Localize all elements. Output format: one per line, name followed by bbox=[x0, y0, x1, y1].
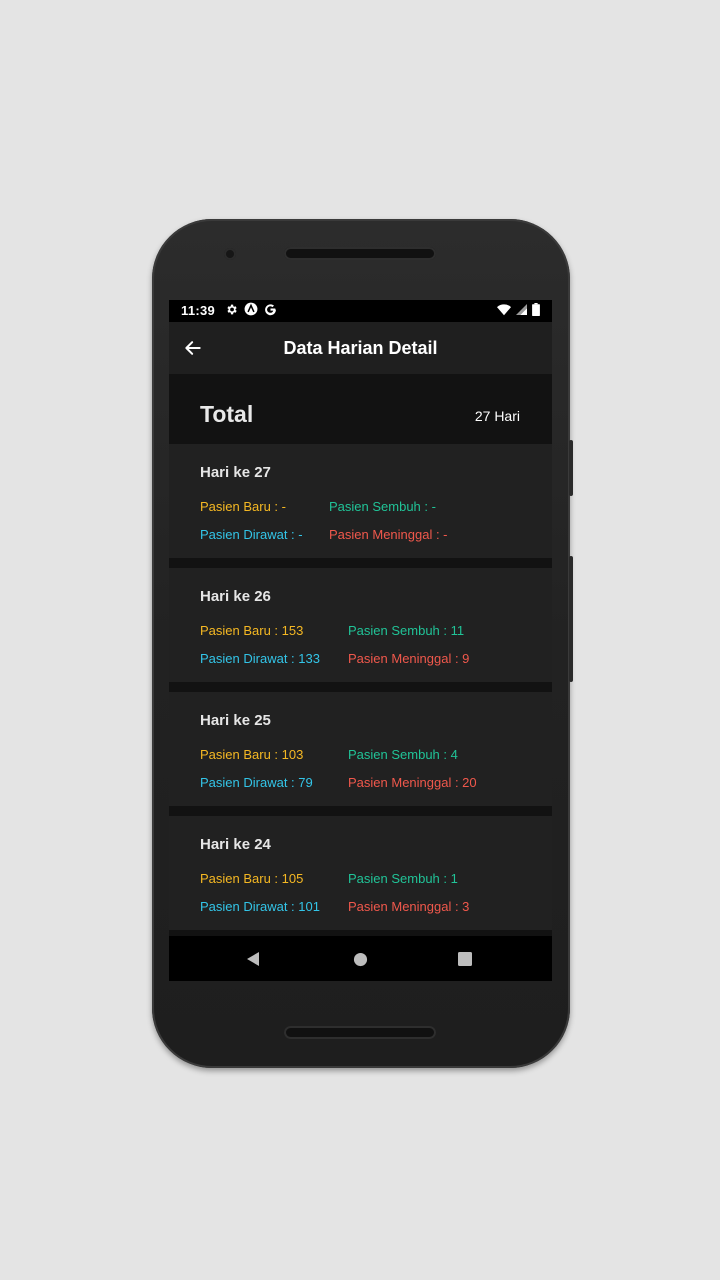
day-card[interactable]: Hari ke 27 Pasien Baru : - Pasien Sembuh… bbox=[169, 444, 552, 558]
stat-pasien-baru: Pasien Baru : 103 bbox=[200, 747, 304, 762]
stat-pasien-dirawat: Pasien Dirawat : 79 bbox=[200, 775, 313, 790]
page-title: Data Harian Detail bbox=[283, 338, 438, 358]
stat-pasien-dirawat: Pasien Dirawat : 101 bbox=[200, 899, 320, 914]
stat-pasien-baru: Pasien Baru : 105 bbox=[200, 871, 304, 886]
stat-pasien-meninggal: Pasien Meninggal : - bbox=[329, 527, 448, 542]
google-icon bbox=[265, 303, 276, 315]
system-nav-bar bbox=[169, 936, 552, 981]
stat-pasien-sembuh: Pasien Sembuh : 11 bbox=[348, 623, 465, 638]
battery-icon bbox=[532, 303, 540, 316]
nav-home-button[interactable] bbox=[349, 948, 371, 970]
screen: 11:39 Data Harian Detail Total 27 Hari H… bbox=[169, 300, 552, 981]
settings-icon bbox=[227, 304, 237, 314]
day-card[interactable]: Hari ke 25 Pasien Baru : 103 Pasien Semb… bbox=[169, 692, 552, 806]
day-title: Hari ke 25 bbox=[200, 712, 271, 729]
bottom-speaker bbox=[284, 1026, 436, 1039]
power-button bbox=[569, 556, 573, 682]
day-title: Hari ke 26 bbox=[200, 588, 271, 605]
day-title: Hari ke 24 bbox=[200, 836, 271, 853]
nav-back-button[interactable] bbox=[242, 948, 264, 970]
status-bar: 11:39 bbox=[169, 300, 552, 322]
status-notification-icons bbox=[225, 302, 277, 316]
stat-pasien-meninggal: Pasien Meninggal : 3 bbox=[348, 899, 470, 914]
circle-home-icon bbox=[353, 952, 367, 966]
stat-pasien-dirawat: Pasien Dirawat : 133 bbox=[200, 651, 320, 666]
stat-pasien-meninggal: Pasien Meninggal : 20 bbox=[348, 775, 477, 790]
stat-pasien-baru: Pasien Baru : 153 bbox=[200, 623, 304, 638]
nav-recents-button[interactable] bbox=[454, 948, 476, 970]
volume-button bbox=[569, 440, 573, 496]
signal-icon bbox=[516, 304, 527, 315]
stat-pasien-sembuh: Pasien Sembuh : - bbox=[329, 499, 436, 514]
front-camera bbox=[224, 248, 236, 260]
day-title: Hari ke 27 bbox=[200, 464, 271, 481]
top-speaker bbox=[284, 247, 436, 260]
app-bar: Data Harian Detail bbox=[169, 322, 552, 374]
day-card[interactable]: Hari ke 26 Pasien Baru : 153 Pasien Semb… bbox=[169, 568, 552, 682]
status-system-icons bbox=[497, 303, 540, 316]
total-days: 27 Hari bbox=[474, 408, 520, 424]
square-recents-icon bbox=[458, 952, 472, 966]
stat-pasien-sembuh: Pasien Sembuh : 4 bbox=[348, 747, 458, 762]
total-summary: Total 27 Hari bbox=[169, 374, 552, 444]
wifi-icon bbox=[497, 303, 511, 315]
stat-pasien-meninggal: Pasien Meninggal : 9 bbox=[348, 651, 470, 666]
stat-pasien-baru: Pasien Baru : - bbox=[200, 499, 286, 514]
day-card[interactable]: Hari ke 24 Pasien Baru : 105 Pasien Semb… bbox=[169, 816, 552, 930]
total-label: Total bbox=[200, 401, 254, 427]
stat-pasien-sembuh: Pasien Sembuh : 1 bbox=[348, 871, 458, 886]
android-studio-icon bbox=[244, 302, 258, 316]
status-time: 11:39 bbox=[181, 303, 216, 318]
stat-pasien-dirawat: Pasien Dirawat : - bbox=[200, 527, 303, 542]
triangle-back-icon bbox=[247, 952, 259, 966]
